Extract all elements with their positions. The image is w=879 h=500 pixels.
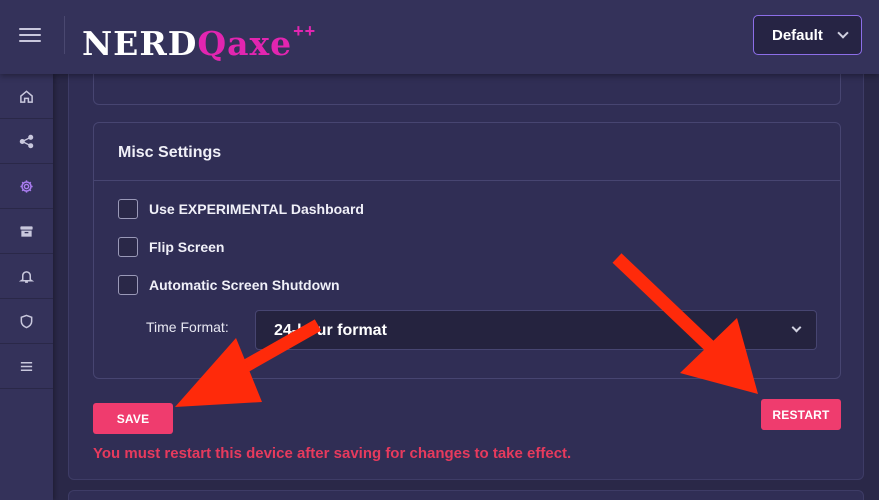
sidebar-item-security[interactable] [0, 299, 53, 344]
chevron-down-icon [837, 27, 849, 39]
theme-dropdown[interactable]: Default [753, 15, 862, 55]
sidebar-item-home[interactable] [0, 74, 53, 119]
experimental-dashboard-option[interactable]: Use EXPERIMENTAL Dashboard [118, 198, 364, 220]
sidebar-item-share[interactable] [0, 119, 53, 164]
sidebar-item-archive[interactable] [0, 209, 53, 254]
logo: NERD Qaxe ++ [82, 12, 316, 60]
experimental-dashboard-label: Use EXPERIMENTAL Dashboard [149, 201, 364, 217]
sidebar-item-more[interactable] [0, 344, 53, 389]
save-button[interactable]: SAVE [93, 403, 173, 434]
hamburger-menu-icon[interactable] [14, 20, 46, 50]
flip-screen-checkbox[interactable] [118, 237, 138, 257]
menu-icon [20, 361, 33, 371]
bell-icon [19, 270, 34, 283]
restart-warning: You must restart this device after savin… [93, 445, 572, 462]
screen-shutdown-label: Automatic Screen Shutdown [149, 277, 340, 293]
shield-icon [20, 314, 33, 328]
logo-accent: Qaxe [197, 24, 293, 63]
archive-icon [20, 225, 33, 237]
sidebar-item-notifications[interactable] [0, 254, 53, 299]
sidebar [0, 74, 53, 500]
flip-screen-option[interactable]: Flip Screen [118, 236, 224, 258]
time-format-dropdown[interactable]: 24-hour format [255, 310, 817, 350]
screen-shutdown-option[interactable]: Automatic Screen Shutdown [118, 274, 340, 296]
restart-button[interactable]: RESTART [761, 399, 841, 430]
header-divider [64, 16, 65, 54]
gear-icon [20, 179, 33, 193]
time-format-value: 24-hour format [274, 322, 387, 339]
share-icon [19, 134, 34, 148]
top-bar: NERD Qaxe ++ Default [0, 0, 879, 74]
time-format-label: Time Format: [146, 319, 229, 335]
misc-settings-title: Misc Settings [94, 123, 840, 181]
experimental-dashboard-checkbox[interactable] [118, 199, 138, 219]
misc-settings-section: Misc Settings Use EXPERIMENTAL Dashboard… [93, 122, 841, 379]
home-icon [20, 89, 33, 103]
chevron-down-icon [791, 322, 802, 333]
logo-sup: ++ [293, 21, 317, 41]
screen-shutdown-checkbox[interactable] [118, 275, 138, 295]
flip-screen-label: Flip Screen [149, 239, 225, 255]
theme-dropdown-value: Default [772, 26, 823, 44]
sidebar-item-settings[interactable] [0, 164, 53, 209]
next-settings-card [68, 490, 864, 500]
logo-main: NERD [82, 24, 198, 63]
